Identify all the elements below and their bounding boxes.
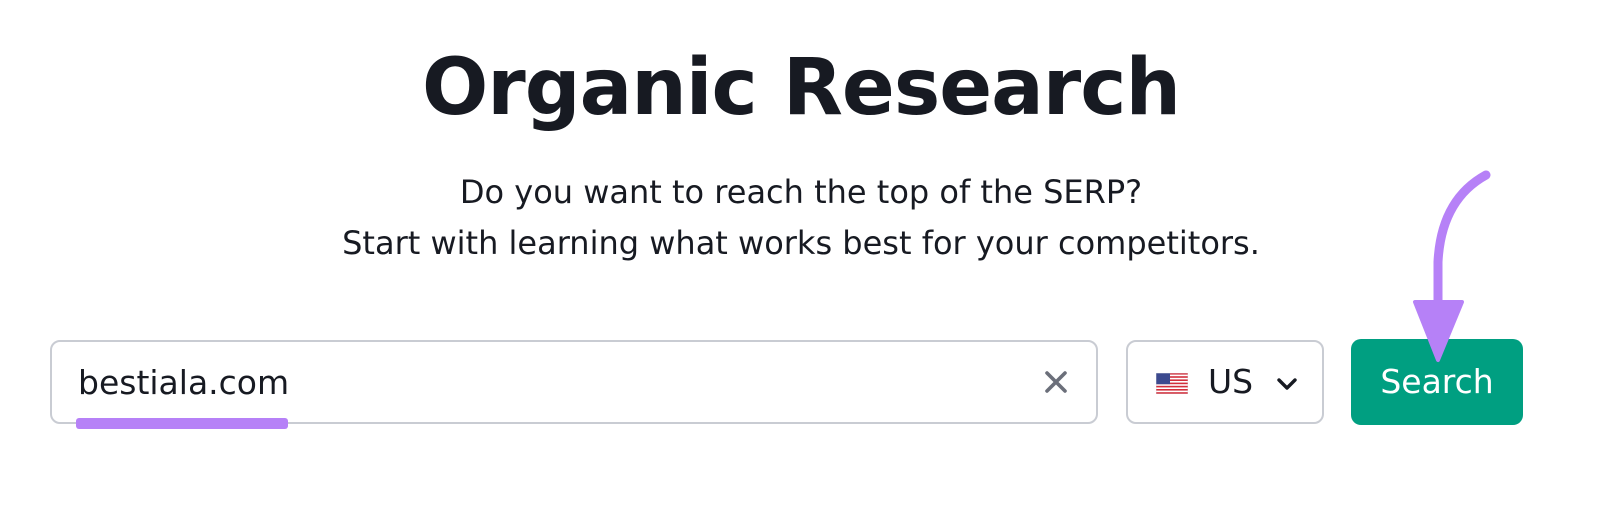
page-title: Organic Research xyxy=(421,43,1181,133)
chevron-down-icon xyxy=(1277,378,1297,390)
close-icon[interactable] xyxy=(1042,368,1070,396)
domain-search-input[interactable] xyxy=(78,360,998,404)
page-subtitle-line-1: Do you want to reach the top of the SERP… xyxy=(459,173,1143,211)
domain-highlight-underline xyxy=(76,418,288,429)
country-select-value: US xyxy=(1208,362,1254,401)
organic-research-page: Organic Research Do you want to reach th… xyxy=(0,0,1602,524)
domain-search-box xyxy=(50,340,1098,424)
us-flag-icon xyxy=(1156,373,1188,394)
country-select[interactable]: US xyxy=(1126,340,1324,424)
search-button[interactable]: Search xyxy=(1351,339,1523,425)
page-subtitle-line-2: Start with learning what works best for … xyxy=(342,224,1260,262)
